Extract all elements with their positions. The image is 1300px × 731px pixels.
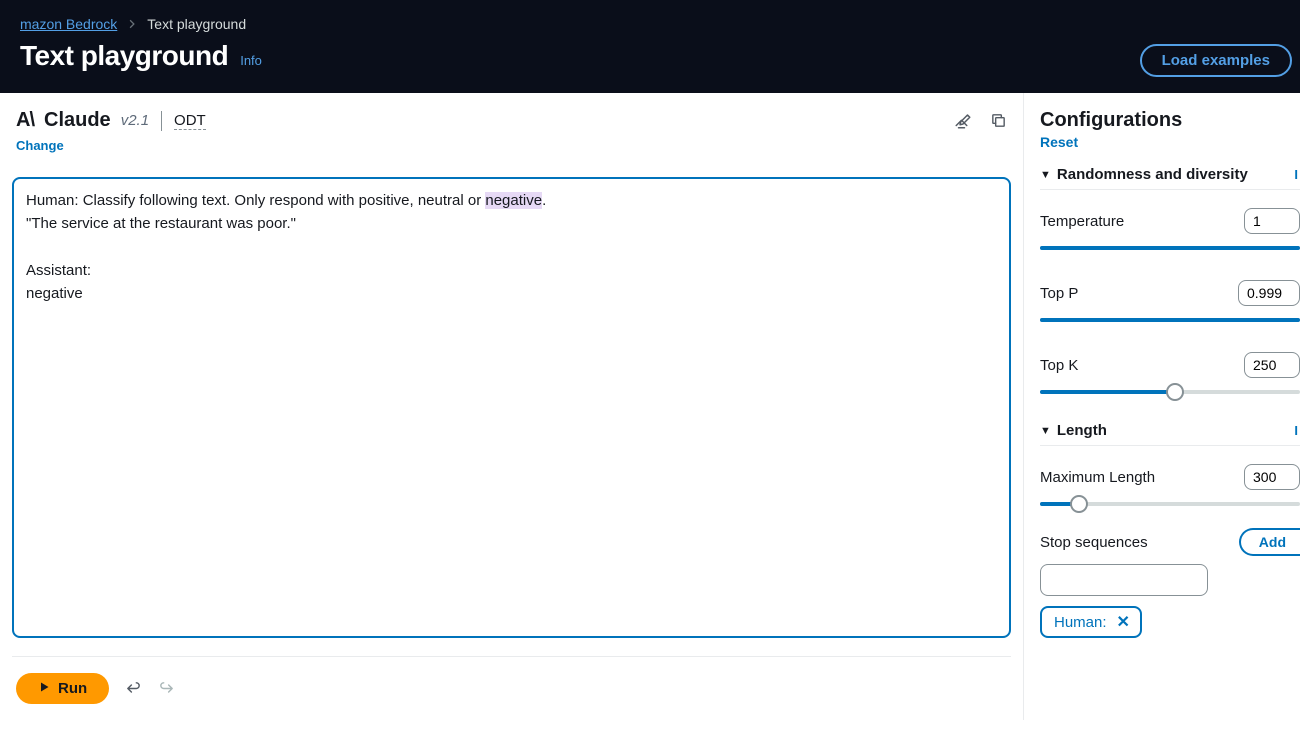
editor-line (26, 236, 997, 259)
run-button[interactable]: Run (16, 673, 109, 704)
undo-icon[interactable] (125, 680, 142, 697)
page-title: Text playground (20, 40, 228, 72)
section-length-label: Length (1057, 422, 1107, 439)
section-randomness-label: Randomness and diversity (1057, 166, 1248, 183)
info-link[interactable]: Info (240, 53, 262, 68)
top-k-row: Top K (1040, 352, 1300, 378)
max-length-label: Maximum Length (1040, 469, 1155, 486)
section-length-header[interactable]: ▼ Length I (1040, 422, 1300, 446)
stop-sequence-tag: Human: ✕ (1040, 606, 1142, 638)
info-icon[interactable]: I (1294, 423, 1300, 438)
load-examples-button[interactable]: Load examples (1140, 44, 1292, 77)
max-length-slider[interactable] (1040, 502, 1300, 506)
prompt-editor[interactable]: Human: Classify following text. Only res… (12, 177, 1011, 638)
top-k-input[interactable] (1244, 352, 1300, 378)
model-row: A\ Claude v2.1 ODT (12, 109, 1011, 132)
anthropic-logo-icon: A\ (16, 109, 34, 132)
editor-line: "The service at the restaurant was poor.… (26, 212, 997, 235)
playground-footer: Run (12, 656, 1011, 720)
top-p-row: Top P (1040, 280, 1300, 306)
top-p-label: Top P (1040, 285, 1078, 302)
model-version: v2.1 (121, 112, 149, 129)
redo-icon (158, 680, 175, 697)
top-k-label: Top K (1040, 357, 1078, 374)
change-model-link[interactable]: Change (16, 138, 1011, 153)
config-panel: Configurations Reset ▼ Randomness and di… (1024, 93, 1300, 720)
breadcrumb: mazon Bedrock Text playground (20, 0, 1280, 32)
stop-sequences-label: Stop sequences (1040, 534, 1148, 551)
editor-line: negative (26, 282, 997, 305)
copy-icon[interactable] (990, 112, 1007, 129)
breadcrumb-current: Text playground (147, 16, 246, 32)
breadcrumb-root-link[interactable]: mazon Bedrock (20, 16, 117, 32)
stop-sequence-input[interactable] (1040, 564, 1208, 596)
info-icon[interactable]: I (1294, 167, 1300, 182)
caret-down-icon: ▼ (1040, 169, 1051, 181)
temperature-slider[interactable] (1040, 246, 1300, 250)
top-p-input[interactable] (1238, 280, 1300, 306)
run-button-label: Run (58, 680, 87, 697)
clear-icon[interactable] (954, 112, 972, 130)
temperature-input[interactable] (1244, 208, 1300, 234)
add-stop-sequence-button[interactable]: Add (1239, 528, 1300, 556)
config-title: Configurations (1040, 109, 1300, 132)
temperature-label: Temperature (1040, 213, 1124, 230)
reset-link[interactable]: Reset (1040, 134, 1078, 150)
caret-down-icon: ▼ (1040, 425, 1051, 437)
play-icon (38, 680, 50, 697)
playground-panel: A\ Claude v2.1 ODT Change Human: Classif… (0, 93, 1024, 720)
stop-sequence-tag-label: Human: (1054, 614, 1107, 631)
divider-icon (161, 111, 162, 131)
max-length-input[interactable] (1244, 464, 1300, 490)
close-icon[interactable]: ✕ (1117, 612, 1130, 632)
main-area: A\ Claude v2.1 ODT Change Human: Classif… (0, 93, 1300, 720)
editor-line: Assistant: (26, 259, 997, 282)
slider-thumb-icon[interactable] (1070, 495, 1088, 513)
section-randomness-header[interactable]: ▼ Randomness and diversity I (1040, 166, 1300, 190)
temperature-row: Temperature (1040, 208, 1300, 234)
page-header: mazon Bedrock Text playground Text playg… (0, 0, 1300, 93)
chevron-right-icon (127, 16, 137, 32)
model-name: Claude (44, 109, 111, 132)
top-k-slider[interactable] (1040, 390, 1300, 394)
slider-thumb-icon[interactable] (1166, 383, 1184, 401)
stop-sequences-row: Stop sequences Add (1040, 528, 1300, 556)
editor-line: Human: Classify following text. Only res… (26, 189, 997, 212)
top-p-slider[interactable] (1040, 318, 1300, 322)
max-length-row: Maximum Length (1040, 464, 1300, 490)
odt-label[interactable]: ODT (174, 112, 206, 130)
